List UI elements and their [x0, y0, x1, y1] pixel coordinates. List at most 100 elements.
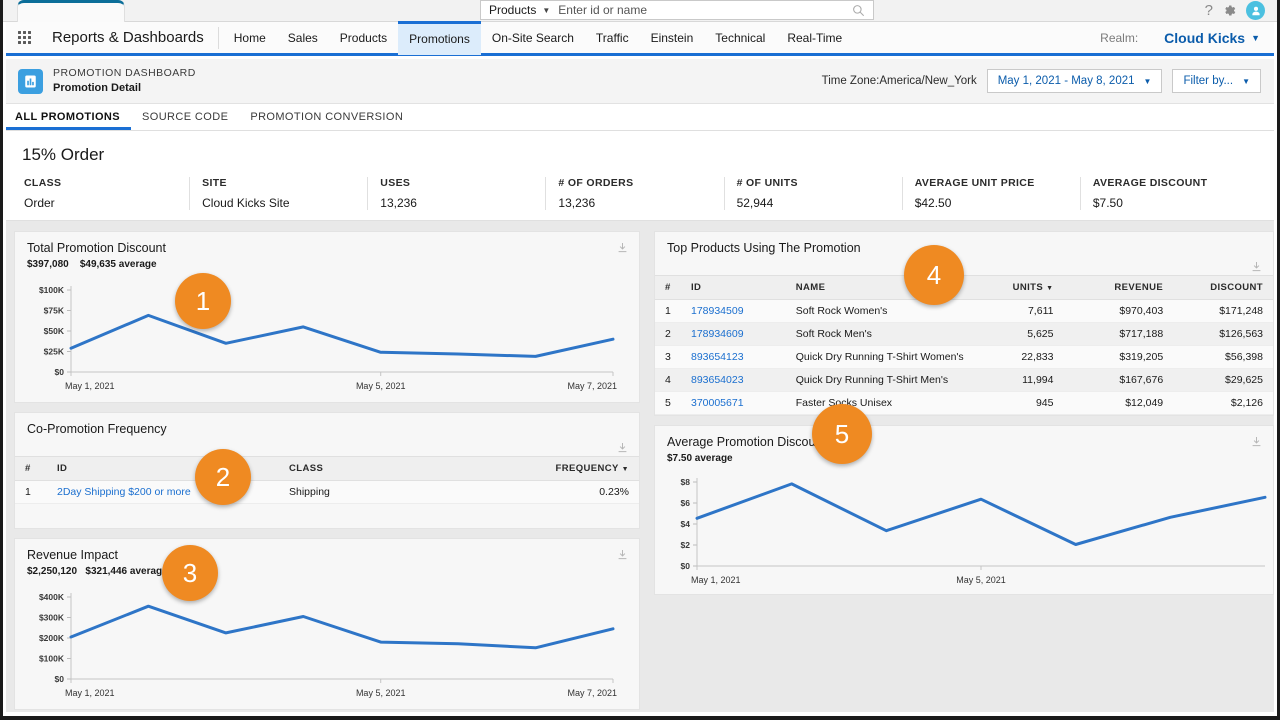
kpi-average-unit-price: AVERAGE UNIT PRICE$42.50: [903, 177, 1081, 210]
table-row[interactable]: 4893654023Quick Dry Running T-Shirt Men'…: [655, 369, 1273, 392]
nav-tab-home[interactable]: Home: [223, 21, 277, 55]
table-row[interactable]: 12Day Shipping $200 or moreShipping0.23%: [15, 481, 639, 504]
chevron-down-icon[interactable]: ▼: [542, 6, 550, 15]
nav-tab-sales[interactable]: Sales: [277, 21, 329, 55]
browser-window: Products ▼ Enter id or name ?: [0, 0, 1280, 720]
dashboard-subtabs: ALL PROMOTIONSSOURCE CODEPROMOTION CONVE…: [6, 104, 1274, 131]
col-frequency[interactable]: FREQUENCY ▼: [509, 457, 639, 481]
product-link[interactable]: 893654023: [691, 374, 744, 386]
download-icon[interactable]: [1250, 260, 1263, 273]
product-link[interactable]: 370005671: [691, 397, 744, 409]
cell-id[interactable]: 2Day Shipping $200 or more: [47, 481, 279, 504]
cell-id[interactable]: 893654123: [681, 346, 786, 369]
search-scope-label[interactable]: Products: [489, 3, 536, 17]
app-title: Reports & Dashboards: [52, 29, 218, 46]
promotion-link[interactable]: 2Day Shipping $200 or more: [57, 486, 191, 498]
kpi-value: 52,944: [737, 196, 890, 210]
card-header: Total Promotion Discount $397,080 $49,63…: [15, 232, 639, 272]
gear-icon[interactable]: [1222, 3, 1237, 18]
search-input[interactable]: Enter id or name: [558, 3, 852, 17]
cell-id[interactable]: 178934509: [681, 300, 786, 323]
col-units[interactable]: UNITS ▼: [974, 276, 1064, 300]
card-title: Co-Promotion Frequency: [27, 422, 627, 436]
filter-by-dropdown[interactable]: Filter by... ▼: [1172, 69, 1261, 93]
dashboard-content: 15% Order CLASSOrderSITECloud Kicks Site…: [6, 131, 1274, 712]
realm-value-button[interactable]: Cloud Kicks ▼: [1164, 30, 1260, 46]
avatar[interactable]: [1246, 1, 1265, 20]
chart-total-promotion-discount: $0$25K$50K$75K$100KMay 1, 2021May 5, 202…: [15, 272, 639, 402]
cell-index: 1: [655, 300, 681, 323]
nav-tab-traffic[interactable]: Traffic: [585, 21, 640, 55]
col-revenue[interactable]: REVENUE: [1063, 276, 1173, 300]
x-axis-tick: May 7, 2021: [567, 381, 617, 391]
kpi-site: SITECloud Kicks Site: [190, 177, 368, 210]
subtab-promotion-conversion[interactable]: PROMOTION CONVERSION: [239, 111, 414, 130]
table-row[interactable]: 3893654123Quick Dry Running T-Shirt Wome…: [655, 346, 1273, 369]
col-index[interactable]: #: [655, 276, 681, 300]
co-promotion-table-wrap: # ID CLASS FREQUENCY ▼ 12Day Shipping $2…: [15, 456, 639, 504]
product-link[interactable]: 893654123: [691, 351, 744, 363]
total-value: $397,080: [27, 259, 69, 270]
x-axis-tick: May 5, 2021: [956, 575, 1006, 585]
col-class[interactable]: CLASS: [279, 457, 509, 481]
nav-tab-einstein[interactable]: Einstein: [640, 21, 705, 55]
subtab-source-code[interactable]: SOURCE CODE: [131, 111, 239, 130]
nav-tab-on-site-search[interactable]: On-Site Search: [481, 21, 585, 55]
cell-id[interactable]: 893654023: [681, 369, 786, 392]
subtab-all-promotions[interactable]: ALL PROMOTIONS: [6, 111, 131, 130]
average-value: $7.50 average: [667, 453, 733, 464]
download-icon[interactable]: [1250, 435, 1263, 448]
col-index[interactable]: #: [15, 457, 47, 481]
realm-label: Realm:: [1100, 31, 1138, 45]
x-axis-tick: May 1, 2021: [65, 688, 115, 698]
table-row[interactable]: 5370005671Faster Socks Unisex945$12,049$…: [655, 392, 1273, 415]
line-chart-svg: $0$100K$200K$300K$400KMay 1, 2021May 5, …: [15, 579, 639, 709]
col-frequency-label: FREQUENCY: [556, 463, 619, 474]
cell-discount: $56,398: [1173, 346, 1273, 369]
app-launcher-button[interactable]: [18, 31, 44, 44]
col-name[interactable]: NAME: [786, 276, 974, 300]
global-search-bar[interactable]: Products ▼ Enter id or name: [480, 0, 874, 20]
col-id[interactable]: ID: [681, 276, 786, 300]
top-products-table: # ID NAME UNITS ▼ REVENUE DISCOUNT 11: [655, 275, 1273, 415]
nav-tab-real-time[interactable]: Real-Time: [776, 21, 853, 55]
download-icon[interactable]: [616, 241, 629, 254]
chevron-down-icon: ▼: [1251, 33, 1260, 43]
cell-discount: $171,248: [1173, 300, 1273, 323]
kpi-row: CLASSOrderSITECloud Kicks SiteUSES13,236…: [6, 177, 1274, 210]
nav-tab-technical[interactable]: Technical: [704, 21, 776, 55]
kpi-label: USES: [380, 177, 533, 189]
cell-name: Quick Dry Running T-Shirt Women's: [786, 346, 974, 369]
y-axis-tick: $0: [55, 367, 65, 377]
download-icon[interactable]: [616, 548, 629, 561]
col-discount[interactable]: DISCOUNT: [1173, 276, 1273, 300]
cell-id[interactable]: 370005671: [681, 392, 786, 415]
average-value: $321,446 average: [85, 566, 167, 577]
cell-id[interactable]: 178934609: [681, 323, 786, 346]
product-link[interactable]: 178934509: [691, 305, 744, 317]
help-icon[interactable]: ?: [1205, 3, 1213, 18]
cell-revenue: $970,403: [1063, 300, 1173, 323]
y-axis-tick: $0: [55, 674, 65, 684]
kpi-value: Order: [24, 196, 177, 210]
table-row[interactable]: 1178934509Soft Rock Women's7,611$970,403…: [655, 300, 1273, 323]
x-axis-tick: May 1, 2021: [65, 381, 115, 391]
search-icon[interactable]: [852, 4, 865, 17]
co-promotion-table: # ID CLASS FREQUENCY ▼ 12Day Shipping $2…: [15, 456, 639, 504]
product-link[interactable]: 178934609: [691, 328, 744, 340]
dashboard-kicker: PROMOTION DASHBOARD: [53, 67, 196, 81]
nav-tab-promotions[interactable]: Promotions: [398, 21, 481, 55]
col-id[interactable]: ID: [47, 457, 279, 481]
nav-tab-products[interactable]: Products: [329, 21, 398, 55]
kpi-value: $42.50: [915, 196, 1068, 210]
table-row[interactable]: 2178934609Soft Rock Men's5,625$717,188$1…: [655, 323, 1273, 346]
chevron-down-icon: ▼: [1144, 77, 1152, 86]
browser-tab[interactable]: [17, 0, 125, 22]
download-icon[interactable]: [616, 441, 629, 454]
cell-discount: $126,563: [1173, 323, 1273, 346]
col-units-label: UNITS: [1013, 282, 1044, 293]
user-icon: [1250, 5, 1262, 17]
date-range-picker[interactable]: May 1, 2021 - May 8, 2021 ▼: [987, 69, 1163, 93]
card-top-products: Top Products Using The Promotion # ID NA…: [654, 231, 1274, 416]
dashboard-title-block: PROMOTION DASHBOARD Promotion Detail: [53, 67, 196, 95]
